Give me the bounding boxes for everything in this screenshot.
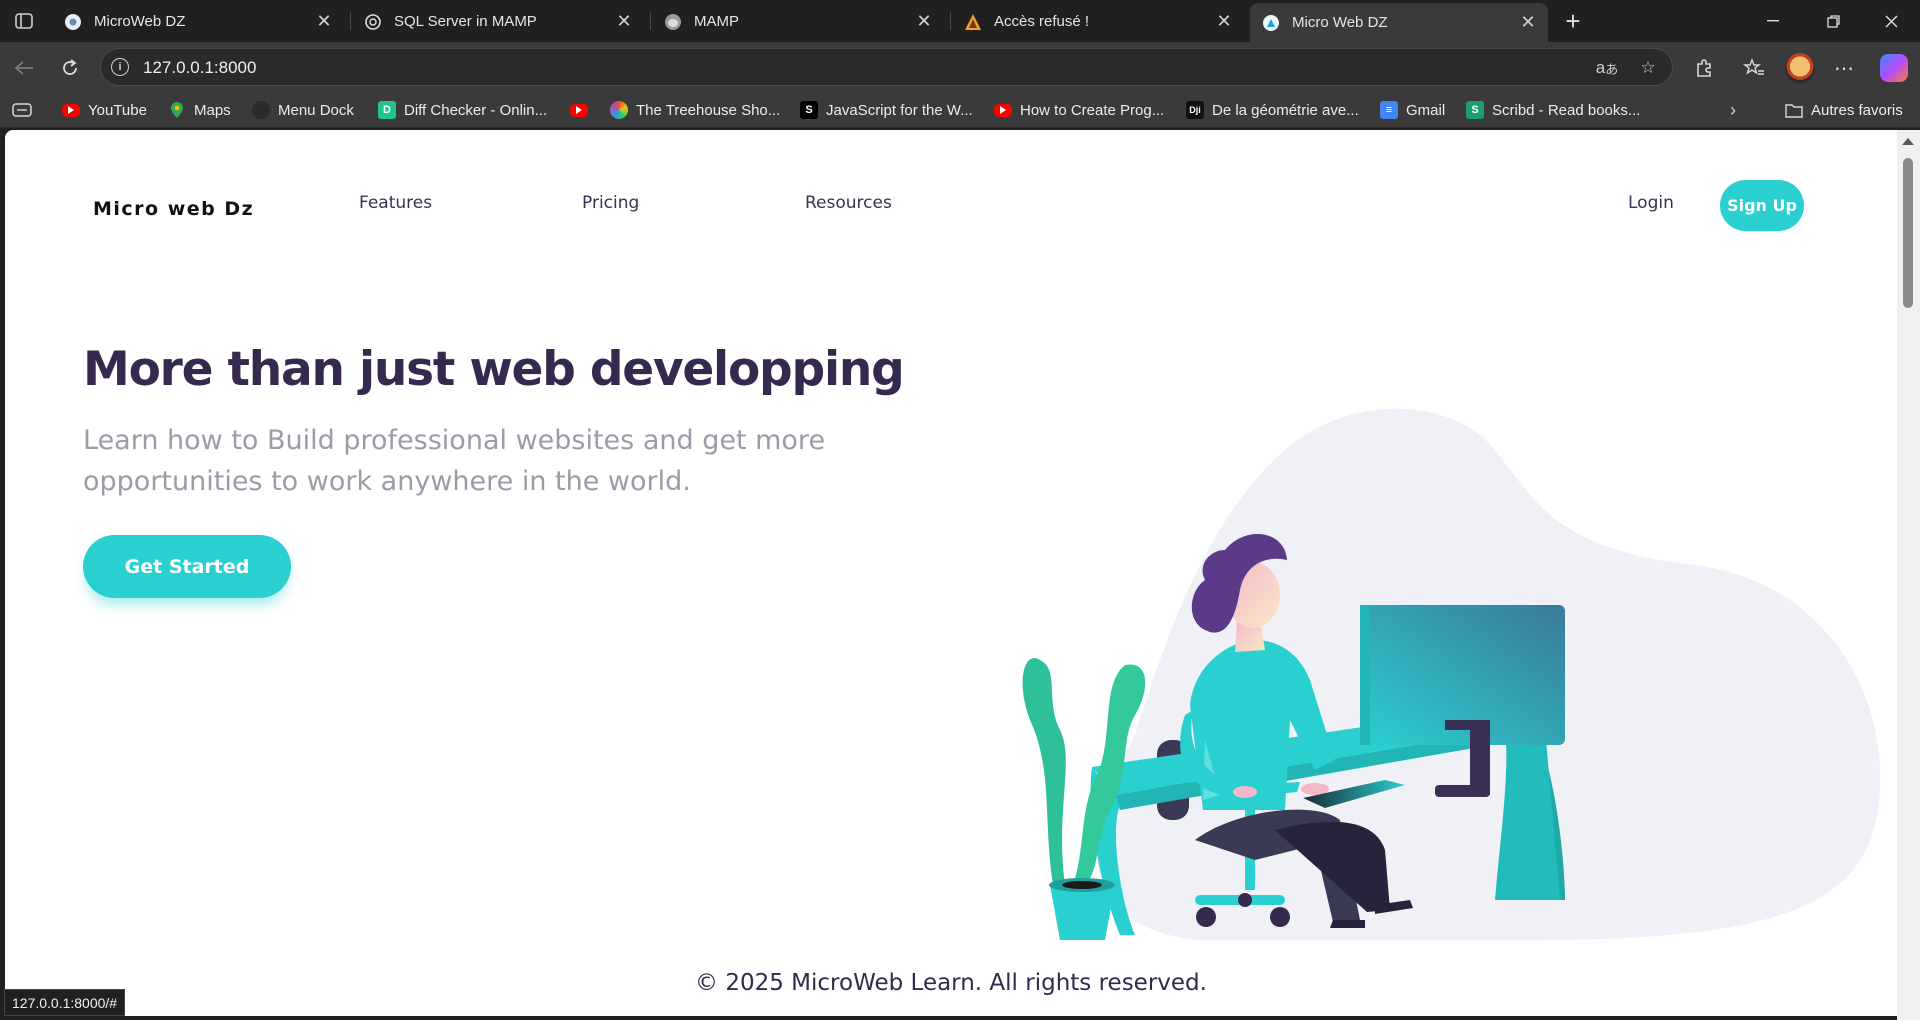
mamp-elephant-favicon-icon [664,13,682,31]
address-bar[interactable]: i 127.0.0.1:8000 aあ ☆ [100,48,1673,86]
bookmark-label: Scribd - Read books... [1492,101,1641,119]
tab-sql-server-in-mamp[interactable]: SQL Server in MAMP ✕ [352,3,644,40]
signup-button[interactable]: Sign Up [1720,180,1804,231]
tab-title: MicroWeb DZ [94,13,186,30]
github-icon [252,101,270,119]
maps-icon [168,101,186,119]
reading-list-icon[interactable] [12,98,32,122]
bookmark-javascript[interactable]: S JavaScript for the W... [800,98,973,122]
tab-separator [350,12,351,30]
tab-microweb-dz[interactable]: MicroWeb DZ ✕ [52,3,344,40]
diffchecker-icon: D [378,101,396,119]
url-text[interactable]: 127.0.0.1:8000 [143,58,256,78]
bookmark-gmail[interactable]: ≡ Gmail [1380,98,1445,122]
close-window-icon[interactable] [1868,6,1914,36]
tab-separator [950,12,951,30]
bookmark-diff-checker[interactable]: D Diff Checker - Onlin... [378,98,547,122]
bookmark-label: De la géométrie ave... [1212,101,1359,119]
footer-copyright: © 2025 MicroWeb Learn. All rights reserv… [695,970,1207,996]
microweb-favicon-icon [1262,14,1280,32]
refresh-icon[interactable] [54,52,86,84]
sidebar-toggle-icon[interactable] [10,8,38,34]
bookmark-how-to-create[interactable]: How to Create Prog... [994,98,1164,122]
favorites-icon[interactable] [1738,52,1770,84]
login-link[interactable]: Login [1628,193,1674,213]
nav-pricing[interactable]: Pricing [582,193,639,213]
youtube-icon [62,103,80,117]
bookmarks-bar: YouTube Maps Menu Dock D Diff Checker - O… [0,92,1920,128]
close-icon[interactable]: ✕ [614,11,634,32]
bookmark-maps[interactable]: Maps [168,98,231,122]
bookmark-label: Maps [194,101,231,119]
tab-micro-web-dz-active[interactable]: Micro Web DZ ✕ [1250,3,1548,42]
bookmark-label: Gmail [1406,101,1446,119]
working-person-illustration [1022,408,1881,940]
bookmark-youtube-video[interactable] [570,98,596,122]
back-arrow-icon[interactable] [8,52,40,84]
nav-resources[interactable]: Resources [805,193,892,213]
bookmark-label: Menu Dock [278,101,354,119]
tab-title: SQL Server in MAMP [394,13,537,30]
scroll-thumb[interactable] [1903,158,1913,308]
bookmark-youtube[interactable]: YouTube [62,98,147,122]
warning-favicon-icon [964,13,982,31]
dji-icon: Dji [1186,101,1204,119]
bookmark-label: Diff Checker - Onlin... [404,101,548,119]
more-options-icon[interactable]: ⋯ [1828,52,1860,84]
bookmark-label: How to Create Prog... [1020,101,1165,119]
docs-icon: ≡ [1380,101,1398,119]
bookmark-label: YouTube [88,101,147,119]
treehouse-icon [610,101,628,119]
tab-acces-refuse[interactable]: Accès refusé ! ✕ [952,3,1244,40]
favorite-star-icon[interactable]: ☆ [1637,57,1659,79]
bookmark-menu-dock[interactable]: Menu Dock [252,98,354,122]
profile-avatar[interactable] [1785,53,1815,83]
browser-toolbar: i 127.0.0.1:8000 aあ ☆ ⋯ [0,42,1920,92]
microweb-favicon-icon [64,13,82,31]
close-icon[interactable]: ✕ [1518,12,1538,33]
folder-icon [1785,101,1803,119]
minimize-icon[interactable] [1750,6,1796,36]
hero-title: More than just web developping [83,342,905,397]
bookmark-label: JavaScript for the W... [826,101,973,119]
other-favorites-folder[interactable]: Autres favoris [1785,98,1903,122]
youtube-icon [570,103,588,117]
site-logo[interactable]: Micro web Dz [93,198,254,220]
copilot-icon[interactable] [1880,54,1908,82]
other-favorites-label: Autres favoris [1811,101,1903,119]
restore-icon[interactable] [1810,6,1856,36]
bookmark-geometrie[interactable]: Dji De la géométrie ave... [1186,98,1359,122]
extensions-icon[interactable] [1688,52,1720,84]
bookmark-scribd[interactable]: S Scribd - Read books... [1466,98,1640,122]
close-icon[interactable]: ✕ [314,11,334,32]
close-icon[interactable]: ✕ [1214,11,1234,32]
close-icon[interactable]: ✕ [914,11,934,32]
hero-subtitle: Learn how to Build professional websites… [83,425,826,497]
youtube-icon [994,103,1012,117]
get-started-button[interactable]: Get Started [83,535,291,598]
bookmarks-overflow-chevron-icon[interactable]: › [1730,98,1736,122]
read-aloud-icon[interactable]: aあ [1596,57,1618,79]
nav-features[interactable]: Features [359,193,432,213]
scribd-icon: S [1466,101,1484,119]
tab-title: MAMP [694,13,739,30]
site-info-icon[interactable]: i [111,58,129,76]
tab-title: Accès refusé ! [994,13,1090,30]
new-tab-plus-icon[interactable]: + [1558,6,1588,36]
scroll-up-arrow-icon[interactable] [1902,138,1914,145]
page-viewport: Micro web Dz Features Pricing Resources … [5,130,1897,1016]
bookmark-label: The Treehouse Sho... [636,101,781,119]
bookmark-treehouse[interactable]: The Treehouse Sho... [610,98,780,122]
tab-strip: MicroWeb DZ ✕ SQL Server in MAMP ✕ MAMP … [0,0,1920,42]
tab-mamp[interactable]: MAMP ✕ [652,3,944,40]
status-url-bubble: 127.0.0.1:8000/# [4,989,126,1016]
tab-separator [650,12,651,30]
vertical-scrollbar[interactable] [1897,130,1920,1020]
tab-title: Micro Web DZ [1292,14,1388,31]
chatgpt-favicon-icon [364,13,382,31]
scrimba-icon: S [800,101,818,119]
